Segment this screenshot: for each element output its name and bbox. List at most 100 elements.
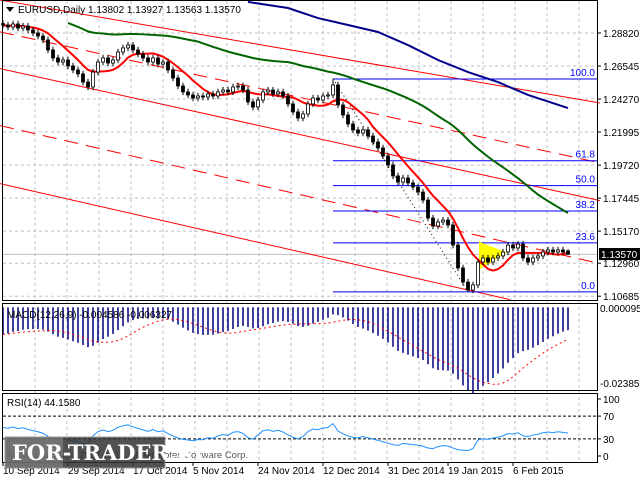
candle[interactable]	[436, 218, 440, 230]
candle[interactable]	[141, 50, 145, 62]
candle[interactable]	[151, 54, 155, 66]
candle[interactable]	[61, 56, 65, 66]
candle[interactable]	[56, 54, 60, 66]
candle[interactable]	[6, 21, 10, 31]
candle[interactable]	[566, 249, 570, 255]
candle[interactable]	[366, 126, 370, 140]
dropdown-triangle-icon[interactable]	[6, 7, 14, 12]
candle[interactable]	[391, 161, 395, 180]
candle[interactable]	[71, 62, 75, 74]
candle[interactable]	[376, 138, 380, 152]
candle[interactable]	[216, 88, 220, 100]
candle[interactable]	[466, 278, 470, 292]
candle-body-bull	[501, 251, 505, 257]
candle[interactable]	[146, 54, 150, 66]
candle[interactable]	[411, 179, 415, 191]
candle[interactable]	[46, 36, 50, 54]
candle[interactable]	[81, 70, 85, 86]
candle[interactable]	[16, 20, 20, 32]
candle[interactable]	[211, 90, 215, 100]
candle-body-bull	[121, 47, 125, 53]
current-price-label: 1.13570	[601, 250, 638, 261]
candle[interactable]	[321, 92, 325, 104]
candle-body-bull	[481, 257, 485, 263]
candle[interactable]	[11, 20, 15, 31]
candle[interactable]	[451, 221, 455, 249]
candle-body-bull	[206, 93, 210, 98]
candle-body-bear	[411, 182, 415, 188]
candle-body-bull	[401, 177, 405, 183]
candle[interactable]	[21, 22, 25, 32]
candle[interactable]	[401, 174, 405, 186]
candle[interactable]	[351, 120, 355, 134]
candle[interactable]	[326, 91, 330, 100]
candle[interactable]	[186, 88, 190, 99]
price-tick-label: 1.15170	[603, 227, 640, 238]
candle[interactable]	[316, 94, 320, 104]
candle[interactable]	[136, 46, 140, 58]
candle-body-bull	[151, 57, 155, 63]
candle[interactable]	[331, 78, 335, 99]
candle[interactable]	[126, 41, 130, 52]
candle[interactable]	[456, 241, 460, 272]
candle-body-bear	[466, 281, 470, 291]
candle-body-bear	[421, 191, 425, 201]
candle[interactable]	[506, 241, 510, 256]
candle[interactable]	[501, 248, 505, 260]
candle[interactable]	[181, 82, 185, 96]
candle[interactable]	[191, 91, 195, 102]
candle[interactable]	[26, 22, 30, 34]
candle[interactable]	[346, 111, 350, 128]
candle[interactable]	[426, 196, 430, 222]
candle-body-bear	[141, 53, 145, 59]
candle-body-bear	[246, 89, 250, 103]
candle[interactable]	[196, 92, 200, 102]
candle-body-bear	[416, 186, 420, 193]
candle-body-bull	[546, 249, 550, 253]
candle[interactable]	[476, 258, 480, 289]
fib-level-label: 38.2	[576, 200, 596, 211]
candle[interactable]	[301, 110, 305, 122]
candle[interactable]	[156, 54, 160, 68]
candle[interactable]	[461, 264, 465, 286]
candle[interactable]	[381, 144, 385, 160]
candle-body-bear	[526, 257, 530, 263]
candle[interactable]	[36, 29, 40, 40]
candle[interactable]	[341, 101, 345, 119]
candle-body-bull	[331, 84, 335, 96]
candle[interactable]	[76, 66, 80, 78]
candle[interactable]	[106, 54, 110, 67]
candle[interactable]	[521, 240, 525, 262]
for-trader-logo: FOR-TRADER.RU	[4, 436, 212, 469]
candle[interactable]	[176, 74, 180, 90]
candle[interactable]	[131, 41, 135, 54]
candle[interactable]	[101, 54, 105, 66]
candle[interactable]	[431, 214, 435, 230]
candle[interactable]	[171, 66, 175, 82]
candle[interactable]	[116, 48, 120, 64]
candle[interactable]	[406, 174, 410, 187]
candle-body-bear	[336, 84, 340, 106]
candle-body-bull	[326, 94, 330, 97]
candle[interactable]	[91, 68, 95, 91]
candle[interactable]	[121, 44, 125, 56]
candle[interactable]	[421, 188, 425, 204]
candle[interactable]	[251, 98, 255, 111]
candle[interactable]	[396, 172, 400, 186]
candle[interactable]	[111, 56, 115, 67]
candle[interactable]	[291, 100, 295, 116]
main-panel[interactable]	[2, 0, 598, 301]
candle[interactable]	[441, 216, 445, 226]
candle[interactable]	[51, 46, 55, 62]
logo-text: FOR-TRADER.RU	[12, 440, 212, 465]
candle[interactable]	[246, 86, 250, 106]
candle[interactable]	[336, 81, 340, 109]
candle-body-bull	[531, 257, 535, 263]
candle[interactable]	[261, 88, 265, 104]
candle[interactable]	[446, 216, 450, 229]
candle[interactable]	[356, 126, 360, 137]
candle[interactable]	[296, 108, 300, 122]
candle-body-bull	[321, 95, 325, 101]
candle[interactable]	[361, 126, 365, 137]
candle-body-bear	[521, 243, 525, 259]
